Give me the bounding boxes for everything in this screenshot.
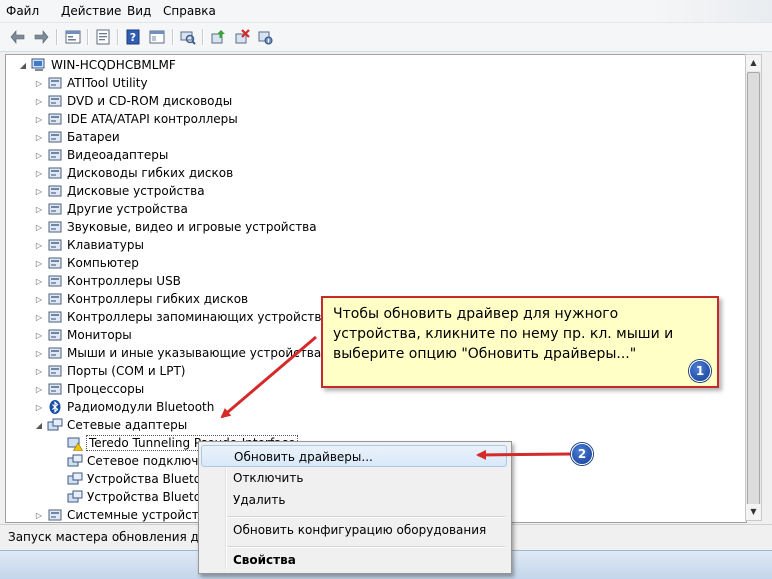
step-badge-1: 1 [689, 360, 711, 382]
callout-text: Чтобы обновить драйвер для нужного устро… [333, 306, 674, 362]
callout-note: Чтобы обновить драйвер для нужного устро… [321, 296, 719, 388]
step-badge-2: 2 [571, 443, 593, 465]
annotation-arrows [220, 335, 571, 460]
arrow-to-device [220, 335, 317, 419]
arrow-to-menu [476, 449, 571, 460]
